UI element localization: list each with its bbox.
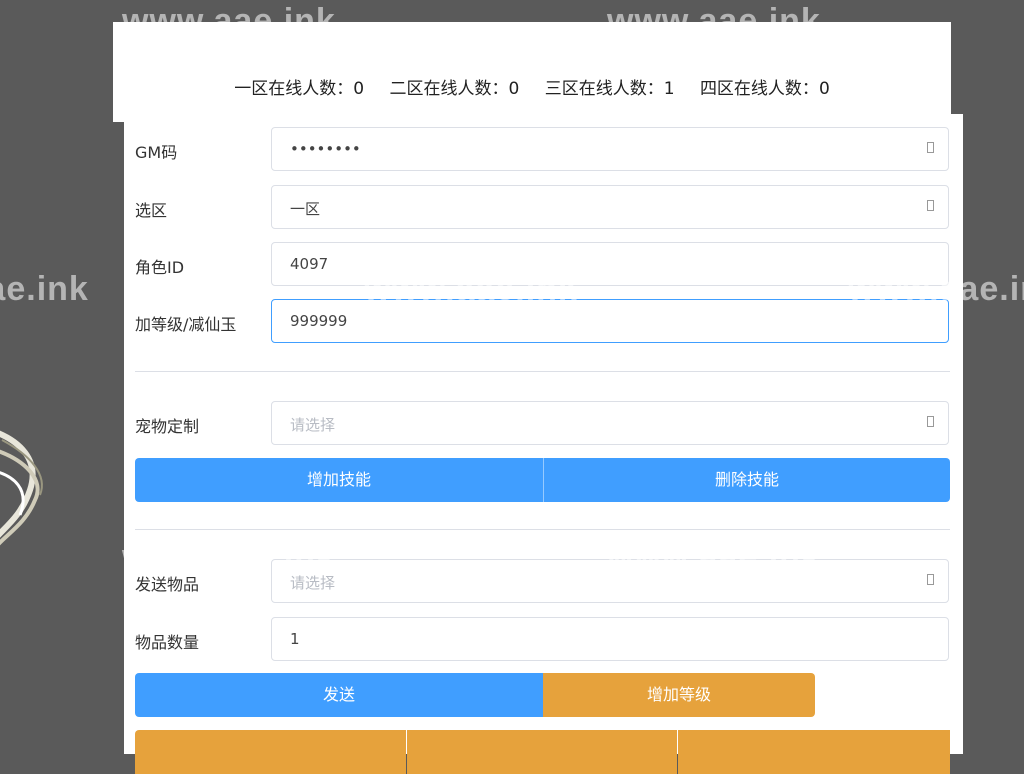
orange-button-1[interactable] [135,730,406,774]
qty-value: 1 [290,630,300,648]
dropdown-arrow-icon [927,574,934,585]
password-toggle-icon[interactable] [927,142,934,153]
divider [135,529,950,530]
send-button[interactable]: 发送 [135,673,543,717]
zone-value: 一区 [290,200,321,218]
gm-code-label: GM码 [135,143,178,162]
role-id-label: 角色ID [135,258,185,277]
delete-skill-button[interactable]: 删除技能 [543,458,950,502]
divider [135,371,950,372]
zone-select[interactable]: 一区 [271,185,949,229]
role-id-row: 角色ID 4097 [124,242,963,288]
level-value: 999999 [290,312,348,330]
role-id-value: 4097 [290,255,329,273]
gm-code-value: •••••••• [290,140,361,158]
qty-label: 物品数量 [135,633,200,652]
pet-row: 宠物定制 请选择 [124,401,963,447]
watermark: www.aae.ink [0,270,89,308]
online-stats: 一区在线人数：0 二区在线人数：0 三区在线人数：1 四区在线人数：0 [113,74,951,99]
add-level-button[interactable]: 增加等级 [543,673,815,717]
pet-select[interactable]: 请选择 [271,401,949,445]
dropdown-arrow-icon [927,416,934,427]
zone4-stat: 四区在线人数：0 [699,79,830,99]
orange-button-3[interactable] [678,730,950,774]
gm-code-row: GM码 •••••••• [124,127,963,173]
level-input[interactable]: 999999 [271,299,949,343]
item-label: 发送物品 [135,575,200,594]
pet-label: 宠物定制 [135,417,200,436]
dropdown-arrow-icon [927,200,934,211]
gm-code-input[interactable]: •••••••• [271,127,949,171]
zone1-stat: 一区在线人数：0 [234,79,365,99]
decorative-artwork [0,430,43,546]
level-label: 加等级/减仙玉 [135,315,237,334]
item-select[interactable]: 请选择 [271,559,949,603]
zone3-stat: 三区在线人数：1 [544,79,675,99]
add-skill-button[interactable]: 增加技能 [135,458,543,502]
online-stats-card: 一区在线人数：0 二区在线人数：0 三区在线人数：1 四区在线人数：0 [113,22,951,122]
item-placeholder: 请选择 [290,574,336,592]
orange-button-2[interactable] [407,730,677,774]
level-row: 加等级/减仙玉 999999 [124,299,963,345]
zone-label: 选区 [135,201,168,220]
item-row: 发送物品 请选择 [124,559,963,605]
zone-row: 选区 一区 [124,185,963,231]
gm-form: GM码 •••••••• 选区 一区 角色ID 4097 加等级/减仙玉 999… [124,114,963,774]
qty-input[interactable]: 1 [271,617,949,661]
zone2-stat: 二区在线人数：0 [389,79,520,99]
role-id-input[interactable]: 4097 [271,242,949,286]
pet-placeholder: 请选择 [290,416,336,434]
qty-row: 物品数量 1 [124,617,963,663]
